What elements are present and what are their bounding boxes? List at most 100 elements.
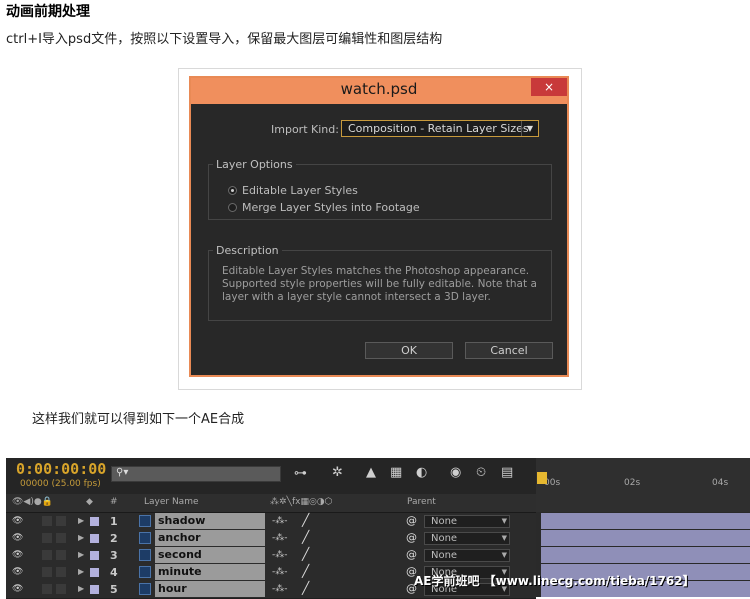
eye-icon[interactable]: 👁 (12, 516, 23, 526)
pickwhip-icon[interactable]: @ (406, 514, 417, 527)
quality-switch-icon[interactable]: ╱ (302, 581, 309, 595)
playhead[interactable] (537, 472, 547, 484)
label-color-swatch[interactable] (90, 585, 99, 594)
frame-blending-icon[interactable]: ▦ (390, 465, 402, 480)
close-icon: × (543, 80, 555, 94)
eye-icon[interactable]: 👁 (12, 550, 23, 560)
import-kind-label: Import Kind: (271, 123, 339, 136)
expand-triangle-icon[interactable]: ▶ (78, 584, 84, 593)
quality-switch-icon[interactable]: ╱ (302, 547, 309, 561)
solo-toggle[interactable] (42, 567, 52, 577)
shy-layers-icon[interactable]: ▲ (366, 465, 376, 480)
shy-switch-icon[interactable]: -⁂- (272, 516, 288, 526)
solo-toggle[interactable] (42, 533, 52, 543)
radio-merge-layer-styles[interactable] (228, 203, 237, 212)
psd-layer-icon (139, 532, 151, 544)
lock-toggle[interactable] (56, 550, 66, 560)
layer-options-title: Layer Options (213, 158, 296, 171)
eye-icon[interactable]: 👁 (12, 533, 23, 543)
layer-number: 4 (110, 566, 118, 579)
auto-keyframe-icon[interactable]: ⏲ (476, 465, 486, 480)
eye-icon[interactable]: 👁 (12, 567, 23, 577)
chevron-down-icon: ▼ (501, 551, 507, 559)
layer-duration-bar[interactable] (541, 530, 750, 546)
shy-switch-icon[interactable]: -⁂- (272, 533, 288, 543)
psd-layer-icon (139, 566, 151, 578)
layer-number: 1 (110, 515, 118, 528)
solo-toggle[interactable] (42, 584, 52, 594)
psd-layer-icon (139, 549, 151, 561)
pickwhip-icon[interactable]: @ (406, 548, 417, 561)
shy-switch-icon[interactable]: -⁂- (272, 584, 288, 594)
chevron-down-icon: ▼ (501, 517, 507, 525)
frame-info: 00000 (25.00 fps) (20, 479, 101, 489)
article-heading: 动画前期处理 (6, 4, 90, 20)
layer-duration-bar[interactable] (541, 547, 750, 563)
layer-name[interactable]: anchor (155, 530, 265, 546)
psd-layer-icon (139, 515, 151, 527)
draft-3d-icon[interactable]: ✲ (332, 465, 343, 480)
lock-toggle[interactable] (56, 584, 66, 594)
layer-name[interactable]: minute (155, 564, 265, 580)
column-layer-name[interactable]: Layer Name (144, 497, 199, 507)
option-editable-label: Editable Layer Styles (242, 184, 358, 197)
layer-duration-bar[interactable] (541, 513, 750, 529)
layer-row[interactable]: 👁 ▶ 2 anchor -⁂- ╱ @ None ▼ (6, 530, 536, 548)
import-kind-select[interactable]: Composition - Retain Layer Sizes ▼ (341, 120, 539, 137)
solo-toggle[interactable] (42, 516, 52, 526)
description-line-2: Supported style properties will be fully… (222, 278, 537, 290)
ruler-tick: 02s (624, 478, 641, 488)
switches-icons: ⁂✲╲fx▦◎◑⬡ (270, 497, 333, 507)
layer-name[interactable]: shadow (155, 513, 265, 529)
label-color-swatch[interactable] (90, 534, 99, 543)
layer-name[interactable]: hour (155, 581, 265, 597)
pickwhip-icon[interactable]: @ (406, 531, 417, 544)
ok-button[interactable]: OK (365, 342, 453, 359)
description-title: Description (213, 244, 282, 257)
article-caption: 这样我们就可以得到如下一个AE合成 (32, 412, 245, 427)
quality-switch-icon[interactable]: ╱ (302, 513, 309, 527)
quality-switch-icon[interactable]: ╱ (302, 564, 309, 578)
shy-switch-icon[interactable]: -⁂- (272, 550, 288, 560)
watermark: AE学前班吧 【www.linecg.com/tieba/1762】 (414, 574, 695, 588)
av-features-icons: 👁◀)●🔒 (12, 497, 53, 507)
chevron-down-icon: ▼ (501, 534, 507, 542)
parent-select[interactable]: None ▼ (424, 515, 510, 528)
radio-editable-layer-styles[interactable] (228, 186, 237, 195)
expand-triangle-icon[interactable]: ▶ (78, 516, 84, 525)
layer-row[interactable]: 👁 ▶ 1 shadow -⁂- ╱ @ None ▼ (6, 513, 536, 531)
description-line-1: Editable Layer Styles matches the Photos… (222, 265, 530, 277)
lock-toggle[interactable] (56, 567, 66, 577)
parent-select[interactable]: None ▼ (424, 549, 510, 562)
description-line-3: layer with a layer style cannot intersec… (222, 291, 491, 303)
quality-switch-icon[interactable]: ╱ (302, 530, 309, 544)
eye-icon[interactable]: 👁 (12, 584, 23, 594)
current-timecode[interactable]: 0:00:00:00 (16, 460, 106, 478)
search-icon: ⚲▾ (116, 467, 129, 478)
layer-row[interactable]: 👁 ▶ 3 second -⁂- ╱ @ None ▼ (6, 547, 536, 565)
comp-mini-flowchart-icon[interactable]: ⊶ (294, 466, 307, 481)
label-color-swatch[interactable] (90, 551, 99, 560)
lock-toggle[interactable] (56, 533, 66, 543)
label-color-swatch[interactable] (90, 517, 99, 526)
solo-toggle[interactable] (42, 550, 52, 560)
column-headers: 👁◀)●🔒 ◆ # Layer Name ⁂✲╲fx▦◎◑⬡ Parent (6, 494, 536, 513)
expand-triangle-icon[interactable]: ▶ (78, 550, 84, 559)
option-merge-label: Merge Layer Styles into Footage (242, 201, 420, 214)
brainstorm-icon[interactable]: ◉ (450, 465, 461, 480)
shy-switch-icon[interactable]: -⁂- (272, 567, 288, 577)
label-color-swatch[interactable] (90, 568, 99, 577)
column-parent: Parent (407, 497, 436, 507)
expand-triangle-icon[interactable]: ▶ (78, 533, 84, 542)
expand-triangle-icon[interactable]: ▶ (78, 567, 84, 576)
cancel-button[interactable]: Cancel (465, 342, 553, 359)
lock-toggle[interactable] (56, 516, 66, 526)
layer-name[interactable]: second (155, 547, 265, 563)
layer-search-input[interactable]: ⚲▾ (111, 466, 281, 482)
motion-blur-icon[interactable]: ◐ (416, 465, 427, 480)
layer-number: 2 (110, 532, 118, 545)
graph-editor-icon[interactable]: ▤ (501, 465, 513, 480)
time-ruler[interactable]: 00s 02s 04s (536, 458, 750, 512)
close-button[interactable]: × (531, 78, 567, 96)
parent-select[interactable]: None ▼ (424, 532, 510, 545)
